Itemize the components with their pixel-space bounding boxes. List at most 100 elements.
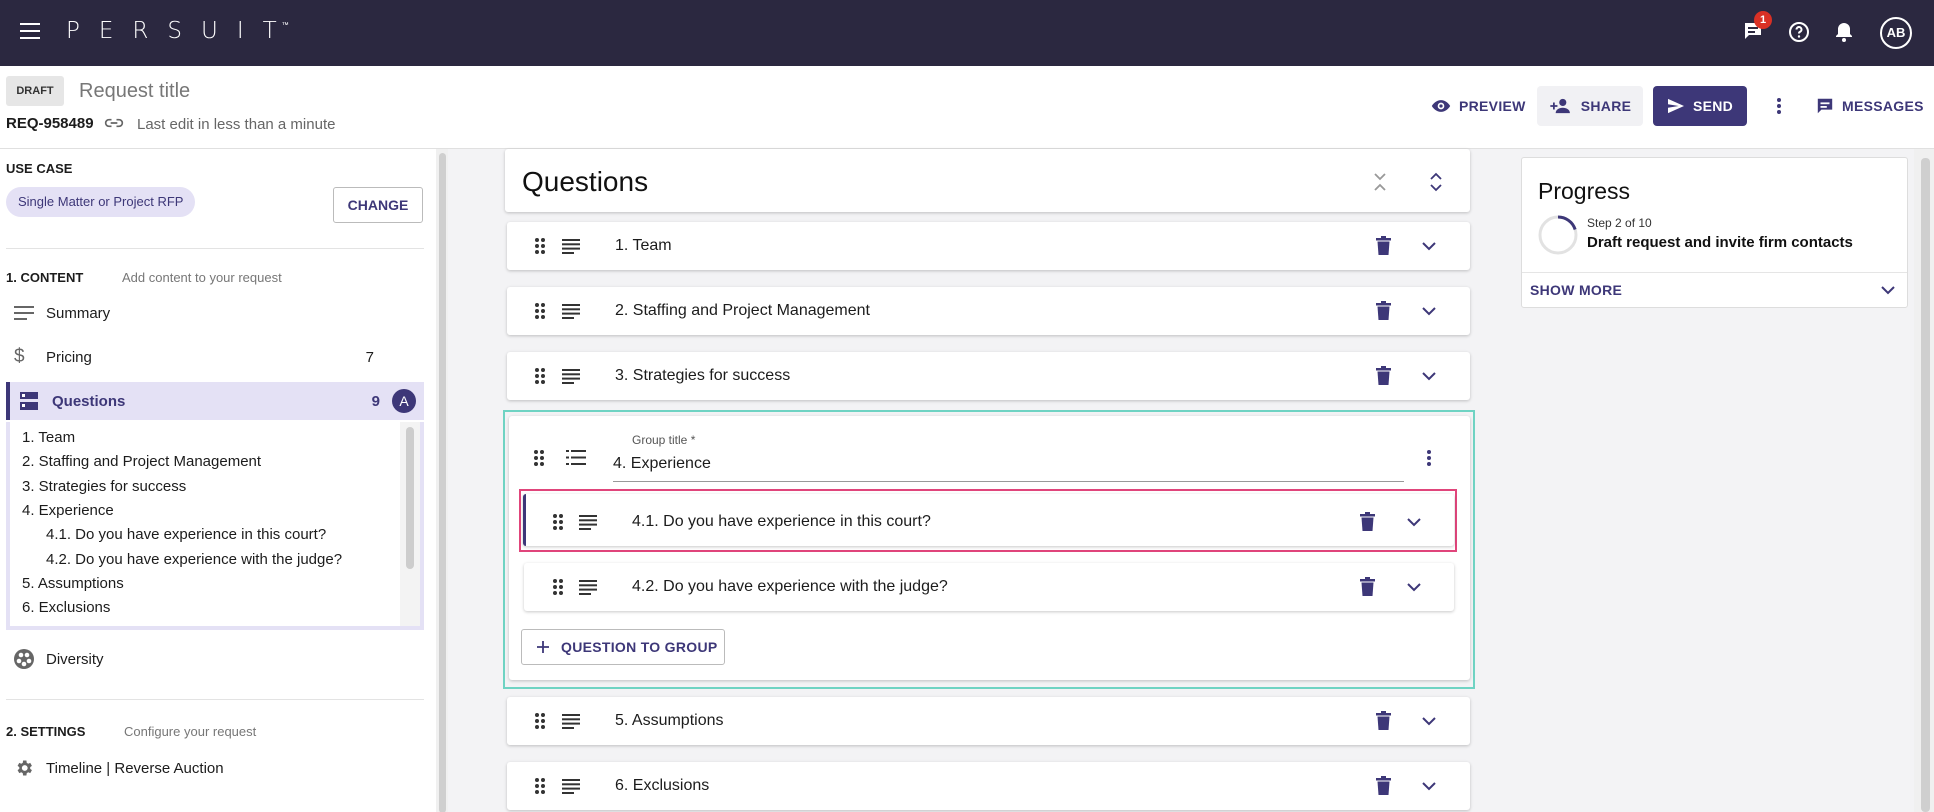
chevron-down-icon[interactable] [1421,370,1437,382]
progress-divider [1522,272,1907,273]
sub-question-title[interactable]: 4.2. Do you have experience with the jud… [632,578,948,596]
avatar: A [392,389,416,413]
pricing-count: 7 [365,348,374,366]
question-title[interactable]: 1. Team [615,237,672,255]
sidebar-item-questions[interactable]: Questions 9 A [6,382,424,420]
trash-icon[interactable] [1360,512,1375,531]
trash-icon[interactable] [1376,236,1391,255]
progress-step-name: Draft request and invite firm contacts [1587,234,1853,251]
chevron-down-icon[interactable] [1421,305,1437,317]
list-item[interactable]: 3. Strategies for success [22,478,186,495]
trash-icon[interactable] [1376,776,1391,795]
more-vert-icon[interactable] [1424,448,1434,468]
sidebar-item-timeline[interactable]: Timeline | Reverse Auction [0,749,424,787]
top-app-bar: PERSUIT™ 1 AB [0,0,1934,66]
text-question-icon [579,580,597,595]
progress-panel: Progress Step 2 of 10 Draft request and … [1521,157,1908,308]
drag-handle-icon[interactable] [534,777,546,795]
question-title[interactable]: 5. Assumptions [615,712,724,730]
list-item[interactable]: 4.1. Do you have experience in this cour… [46,526,326,543]
send-icon [1667,98,1684,114]
sub-question-title[interactable]: 4.1. Do you have experience in this cour… [632,513,931,531]
sidebar-item-label: Questions [52,392,126,410]
show-more-link[interactable]: SHOW MORE [1530,282,1622,298]
notes-icon [14,306,34,320]
trash-icon[interactable] [1376,301,1391,320]
last-edit-status: Last edit in less than a minute [137,116,336,133]
sidebar-item-diversity[interactable]: Diversity [0,640,424,678]
chevron-down-icon[interactable] [1881,285,1895,295]
plus-icon [537,641,549,653]
collapse-all-icon[interactable] [1370,170,1390,194]
sidebar-scrollbar-thumb[interactable] [439,153,446,812]
list-item[interactable]: 4. Experience [22,502,114,519]
chevron-down-icon[interactable] [1421,715,1437,727]
progress-ring [1538,215,1578,255]
list-item[interactable]: 2. Staffing and Project Management [22,453,261,470]
messages-label: MESSAGES [1842,98,1924,114]
question-title[interactable]: 2. Staffing and Project Management [615,302,870,320]
link-icon[interactable] [104,115,124,131]
send-button[interactable]: SEND [1653,86,1747,126]
sidebar-divider [6,699,424,700]
diversity-icon [14,649,34,669]
question-title[interactable]: 6. Exclusions [615,777,709,795]
trash-icon[interactable] [1360,577,1375,596]
gear-icon [17,760,32,776]
message-icon [1817,98,1833,114]
add-question-label: QUESTION TO GROUP [561,639,718,655]
share-label: SHARE [1580,98,1632,114]
preview-button[interactable]: PREVIEW [1431,86,1526,126]
content-section-heading: 1. CONTENT [6,270,84,285]
dollar-icon: $ [14,346,25,367]
group-list-icon [566,450,586,465]
content-section-subtitle: Add content to your request [122,270,282,285]
menu-icon[interactable] [20,23,40,39]
trash-icon[interactable] [1376,366,1391,385]
progress-title: Progress [1538,178,1631,204]
user-avatar[interactable]: AB [1880,17,1912,49]
sidebar-item-summary[interactable]: Summary [0,294,424,332]
drag-handle-icon[interactable] [534,367,546,385]
sidebar-item-label: Timeline | Reverse Auction [46,759,224,777]
chevron-down-icon[interactable] [1406,581,1422,593]
question-outline-list: 1. Team 2. Staffing and Project Manageme… [6,422,424,630]
add-question-to-group-button[interactable]: QUESTION TO GROUP [521,629,725,665]
group-title-underline [613,481,1404,482]
share-button[interactable]: SHARE [1537,86,1643,126]
drag-handle-icon[interactable] [552,513,564,531]
list-item[interactable]: 1. Team [22,429,75,446]
bell-icon[interactable] [1832,20,1856,44]
main-scrollbar-thumb[interactable] [1921,158,1930,812]
list-item[interactable]: 5. Assumptions [22,575,124,592]
messages-button[interactable]: MESSAGES [1816,86,1924,126]
text-question-icon [562,304,580,319]
text-question-icon [562,369,580,384]
chevron-down-icon[interactable] [1421,240,1437,252]
help-icon[interactable] [1787,20,1811,44]
more-vert-icon[interactable] [1769,96,1789,116]
request-title-input[interactable]: Request title [79,80,190,103]
chevron-down-icon[interactable] [1406,516,1422,528]
drag-handle-icon[interactable] [533,449,545,467]
text-question-icon [562,239,580,254]
drag-handle-icon[interactable] [534,712,546,730]
drag-handle-icon[interactable] [534,237,546,255]
expand-all-icon[interactable] [1426,170,1446,194]
sidebar-item-pricing[interactable]: $ Pricing 7 [0,338,424,376]
list-scrollbar-thumb[interactable] [406,427,414,569]
drag-handle-icon[interactable] [552,578,564,596]
group-title-input[interactable]: 4. Experience [613,455,711,473]
list-item[interactable]: 6. Exclusions [22,599,110,616]
question-title[interactable]: 3. Strategies for success [615,367,790,385]
questions-header-card [505,149,1470,212]
page-title: Questions [522,166,649,197]
trash-icon[interactable] [1376,711,1391,730]
request-id: REQ-958489 [6,115,94,132]
drag-handle-icon[interactable] [534,302,546,320]
use-case-heading: USE CASE [6,161,73,176]
change-use-case-button[interactable]: CHANGE [333,187,423,223]
chevron-down-icon[interactable] [1421,780,1437,792]
persuit-logo[interactable]: PERSUIT™ [66,18,303,44]
list-item[interactable]: 4.2. Do you have experience with the jud… [46,551,342,568]
